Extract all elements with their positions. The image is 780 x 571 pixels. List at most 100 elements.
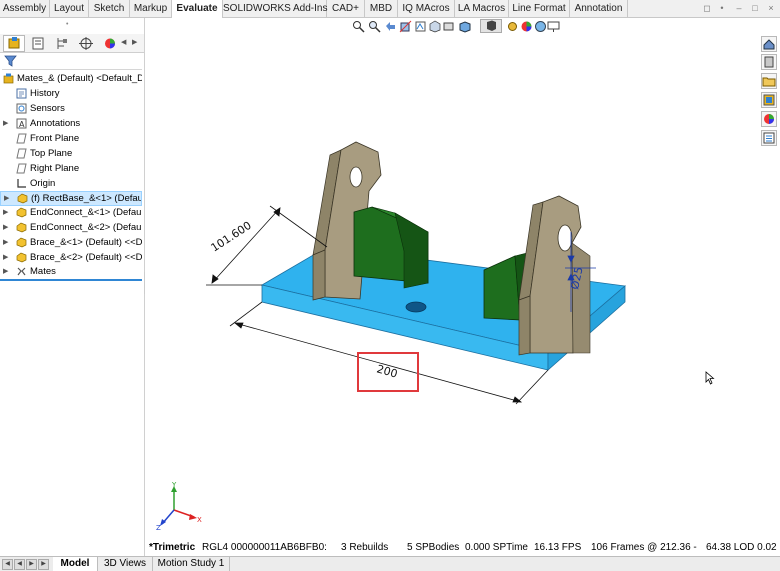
rebuilds-status: 3 Rebuilds — [341, 542, 389, 553]
tree-item-label: History — [30, 88, 60, 99]
tab-assembly[interactable]: Assembly — [0, 0, 50, 17]
expand-arrow-icon[interactable]: ▶ — [3, 221, 8, 235]
tree-item-rectbase[interactable]: ▶ (f) RectBase_&<1> (Defaul — [0, 191, 142, 206]
view-name: *Trimetric — [149, 542, 196, 553]
tab-model[interactable]: Model — [53, 557, 98, 571]
property-manager-tab-icon[interactable] — [27, 35, 49, 52]
command-manager-tabs: Assembly Layout Sketch Markup Evaluate S… — [0, 0, 780, 18]
tree-item-label: Origin — [30, 178, 56, 189]
configuration-manager-tab-icon[interactable] — [51, 35, 73, 52]
tree-item-endconnect-1[interactable]: ▶ EndConnect_&<1> (Default — [0, 206, 142, 220]
rgl-status: RGL4 000000011AB6BFB0: — [202, 542, 327, 553]
tree-root[interactable]: Mates_& (Default) <Default_D — [0, 72, 142, 86]
triad-x-label: X — [197, 516, 202, 524]
tab-evaluate[interactable]: Evaluate — [172, 0, 223, 18]
history-icon — [16, 88, 27, 99]
brace-left-part[interactable] — [353, 206, 429, 289]
mouse-cursor-icon — [705, 371, 715, 385]
tab-3d-views[interactable]: 3D Views — [98, 557, 153, 571]
tab-cad-plus[interactable]: CAD+ — [327, 0, 365, 17]
collapse-handle-icon[interactable]: • — [66, 21, 74, 29]
tree-item-origin[interactable]: Origin — [0, 177, 142, 191]
origin-icon — [16, 178, 27, 189]
tab-scroll-left-icon[interactable]: ◀ — [121, 38, 126, 46]
tree-item-label: Brace_&<1> (Default) <<D — [30, 237, 142, 248]
base-hole — [405, 301, 427, 313]
length-dimension-text[interactable]: 200 — [375, 362, 399, 380]
expand-arrow-icon[interactable]: ▶ — [3, 265, 8, 279]
expand-arrow-icon[interactable]: ▶ — [3, 117, 8, 131]
tree-item-right-plane[interactable]: Right Plane — [0, 162, 142, 176]
plane-icon — [16, 163, 27, 174]
tree-item-label: Annotations — [30, 118, 81, 129]
tree-item-label: Front Plane — [30, 133, 80, 144]
tree-item-label: Right Plane — [30, 163, 80, 174]
filter-divider — [2, 69, 142, 70]
fps-status: 16.13 FPS — [534, 542, 582, 553]
tree-item-brace-1[interactable]: ▶ Brace_&<1> (Default) <<D — [0, 236, 142, 250]
bottom-tab-bar: ◀ ◀ ▶ ▶ Model 3D Views Motion Study 1 — [0, 556, 780, 571]
tree-item-label: EndConnect_&<1> (Default — [30, 207, 142, 218]
tree-item-front-plane[interactable]: Front Plane — [0, 132, 142, 146]
tree-item-label: EndConnect_&<2> (Default — [30, 222, 142, 233]
tree-item-sensors[interactable]: Sensors — [0, 102, 142, 116]
svg-text:A: A — [19, 120, 25, 129]
tab-annotation[interactable]: Annotation — [570, 0, 628, 17]
restore-window-icon[interactable]: ◻ — [702, 3, 712, 13]
width-dimension-text[interactable]: 101.600 — [209, 219, 254, 255]
tree-item-history[interactable]: History — [0, 87, 142, 101]
next-tab-icon[interactable]: ▶ — [26, 559, 37, 570]
mates-icon — [16, 266, 27, 277]
tree-item-label: Brace_&<2> (Default) <<D — [30, 252, 142, 263]
plane-icon — [16, 148, 27, 159]
tab-la-macros[interactable]: LA Macros — [455, 0, 509, 17]
tree-item-label: Sensors — [30, 103, 65, 114]
dimxpert-tab-icon[interactable] — [75, 35, 97, 52]
plane-icon — [16, 133, 27, 144]
part-icon — [16, 252, 27, 263]
tree-item-label: Top Plane — [30, 148, 73, 159]
minimize-icon[interactable]: – — [734, 3, 744, 13]
tree-item-brace-2[interactable]: ▶ Brace_&<2> (Default) <<D — [0, 251, 142, 265]
first-tab-icon[interactable]: ◀ — [2, 559, 13, 570]
sptime-status: 0.000 SPTime — [465, 542, 528, 553]
tab-layout[interactable]: Layout — [50, 0, 89, 17]
tab-markup[interactable]: Markup — [130, 0, 172, 17]
tree-item-top-plane[interactable]: Top Plane — [0, 147, 142, 161]
triad-y-label: Y — [171, 481, 177, 489]
tab-mbd[interactable]: MBD — [365, 0, 398, 17]
tree-item-mates[interactable]: ▶ Mates — [0, 265, 142, 279]
tab-motion-study[interactable]: Motion Study 1 — [153, 557, 230, 571]
tab-scroll-right-icon[interactable]: ▶ — [132, 38, 137, 46]
filter-icon[interactable] — [4, 55, 18, 67]
expand-arrow-icon[interactable]: ▶ — [3, 251, 8, 265]
rollback-bar[interactable] — [0, 279, 142, 281]
tree-item-label: Mates — [30, 266, 56, 277]
close-icon[interactable]: × — [766, 3, 776, 13]
tree-item-endconnect-2[interactable]: ▶ EndConnect_&<2> (Default — [0, 221, 142, 235]
tab-line-format[interactable]: Line Format — [509, 0, 570, 17]
expand-arrow-icon[interactable]: ▶ — [3, 236, 8, 250]
feature-tree-tab-icon[interactable] — [3, 35, 25, 52]
last-tab-icon[interactable]: ▶ — [38, 559, 49, 570]
expand-arrow-icon[interactable]: ▶ — [4, 192, 9, 205]
part-icon — [17, 193, 28, 204]
model-view[interactable]: Ø25 101.600 200 Y X Z — [145, 18, 780, 540]
display-manager-tab-icon[interactable] — [99, 35, 121, 52]
lod-status: 64.38 LOD 0.02 — [706, 542, 777, 553]
tab-solidworks-addins[interactable]: SOLIDWORKS Add-Ins — [223, 0, 327, 17]
annotations-icon: A — [16, 118, 27, 129]
sensors-icon — [16, 103, 27, 114]
tab-sketch[interactable]: Sketch — [89, 0, 130, 17]
maximize-icon[interactable]: □ — [750, 3, 760, 13]
bodies-status: 5 SPBodies — [407, 542, 460, 553]
pin-icon[interactable]: • — [717, 3, 727, 13]
tree-item-label: (f) RectBase_&<1> (Defaul — [31, 193, 142, 204]
frames-status: 106 Frames @ 212.36 - — [591, 542, 697, 553]
previous-tab-icon[interactable]: ◀ — [14, 559, 25, 570]
tree-item-annotations[interactable]: ▶ A Annotations — [0, 117, 142, 131]
performance-status: *Trimetric RGL4 000000011AB6BFB0: 3 Rebu… — [145, 540, 780, 556]
expand-arrow-icon[interactable]: ▶ — [3, 206, 8, 220]
part-icon — [16, 222, 27, 233]
tab-iq-macros[interactable]: IQ MAcros — [398, 0, 455, 17]
